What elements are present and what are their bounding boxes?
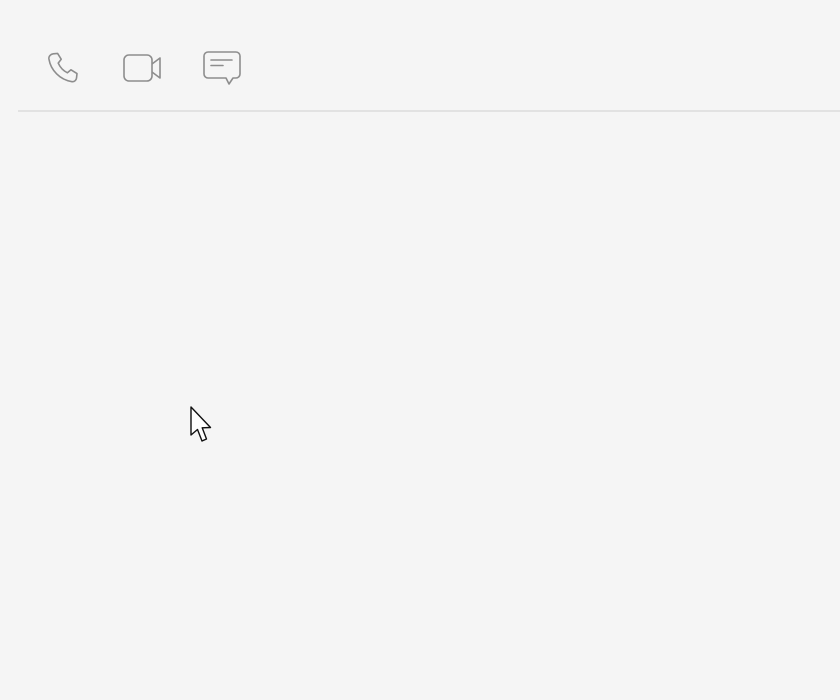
- message-button[interactable]: [200, 46, 244, 90]
- video-camera-icon: [123, 53, 161, 83]
- action-toolbar: [18, 0, 840, 112]
- voice-call-button[interactable]: [40, 46, 84, 90]
- video-call-button[interactable]: [120, 46, 164, 90]
- chat-bubble-icon: [203, 50, 241, 86]
- app-window: [0, 0, 840, 700]
- phone-icon: [44, 50, 80, 86]
- main-content-area: [0, 112, 840, 700]
